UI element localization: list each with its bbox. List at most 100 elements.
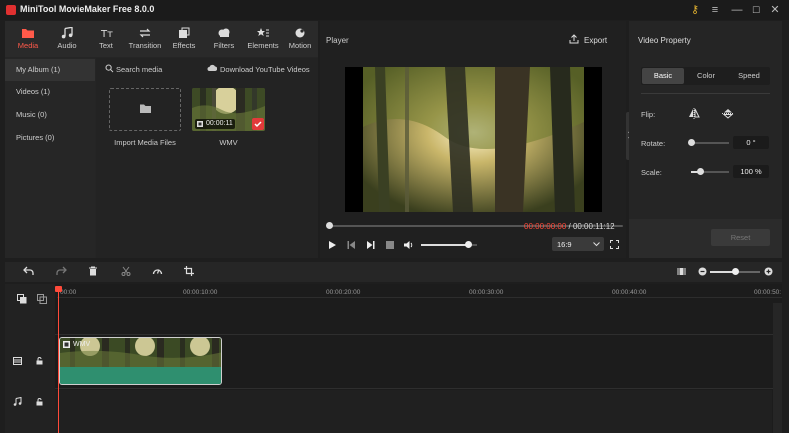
play-button[interactable] (328, 240, 337, 250)
fit-timeline-button[interactable] (677, 267, 686, 276)
audio-track-lock-button[interactable] (36, 398, 43, 406)
next-frame-button[interactable] (366, 240, 375, 250)
clip-audio-strip (60, 367, 221, 384)
previous-frame-button[interactable] (347, 240, 356, 250)
trash-icon (89, 266, 97, 276)
crop-icon (184, 266, 194, 276)
crop-button[interactable] (184, 266, 194, 276)
undo-button[interactable] (23, 266, 34, 276)
effects-icon (179, 27, 190, 38)
zoom-out-icon (698, 267, 707, 276)
fullscreen-button[interactable] (610, 240, 619, 249)
text-icon: Tт (100, 29, 113, 39)
album-item-videos[interactable]: Videos (1) (5, 81, 95, 103)
skip-back-icon (347, 241, 355, 249)
search-icon (105, 64, 115, 74)
undo-icon (23, 266, 34, 275)
speed-button[interactable] (152, 266, 163, 276)
filters-cloud-icon (218, 28, 230, 37)
tab-effects[interactable]: Effects (165, 21, 203, 57)
audio-track[interactable] (55, 390, 772, 433)
track-divider (55, 388, 782, 389)
timeline-video-clip[interactable]: WMV (59, 337, 222, 385)
tab-motion-label: Motion (288, 41, 312, 50)
search-media-button[interactable]: Search media (116, 65, 162, 74)
key-icon[interactable]: ⚷ (687, 2, 703, 18)
folder-icon (22, 29, 34, 38)
tab-audio[interactable]: Audio (48, 21, 86, 57)
scale-value-field[interactable]: 100 % (733, 165, 769, 178)
playhead-handle[interactable] (55, 286, 62, 292)
volume-button[interactable] (403, 240, 414, 250)
rotate-label: Rotate: (641, 139, 666, 148)
tab-transition[interactable]: Transition (126, 21, 164, 57)
tab-text-label: Text (99, 41, 113, 50)
unlock-icon (36, 357, 43, 365)
chevron-down-icon (593, 242, 600, 247)
album-item-music[interactable]: Music (0) (5, 104, 95, 126)
scissors-icon (121, 266, 131, 276)
tab-media[interactable]: Media (9, 21, 47, 57)
import-media-tile[interactable] (109, 88, 181, 131)
timeline-ruler[interactable]: 00:00 00:00:10:00 00:00:20:00 00:00:30:0… (57, 284, 782, 302)
clip-duration-badge: 00:00:11 (195, 119, 235, 129)
reset-button[interactable]: Reset (711, 229, 770, 246)
tab-speed[interactable]: Speed (728, 68, 770, 84)
flip-vertical-button[interactable] (722, 108, 734, 119)
album-item-pictures[interactable]: Pictures (0) (5, 127, 95, 149)
copy-track-button[interactable] (37, 294, 47, 304)
app-title: MiniTool MovieMaker Free 8.0.0 (20, 4, 155, 14)
tab-media-label: Media (17, 41, 39, 50)
film-icon (63, 341, 70, 348)
media-clip-thumbnail[interactable]: 00:00:11 (192, 88, 265, 131)
tab-filters-label: Filters (213, 41, 235, 50)
ruler-tick-label: 00:00:30:00 (469, 289, 504, 296)
tab-text[interactable]: Tт Text (87, 21, 125, 57)
close-button[interactable]: ✕ (767, 2, 783, 18)
tab-transition-label: Transition (128, 41, 162, 50)
aspect-ratio-select[interactable]: 16:9 (552, 237, 604, 251)
tab-audio-label: Audio (57, 41, 77, 50)
tab-basic[interactable]: Basic (642, 68, 684, 84)
ruler-tick-label: 00:00 (60, 289, 77, 296)
property-title: Video Property (638, 36, 691, 45)
copy-icon (37, 294, 47, 304)
zoom-in-button[interactable] (764, 267, 773, 276)
rotate-slider-handle[interactable] (688, 139, 695, 146)
stop-button[interactable] (386, 241, 394, 249)
playback-progress-handle[interactable] (325, 222, 333, 229)
scale-slider-handle[interactable] (697, 168, 704, 175)
add-track-button[interactable] (17, 294, 27, 304)
playhead[interactable] (58, 286, 59, 433)
aspect-ratio-value: 16:9 (557, 240, 572, 249)
tab-motion[interactable]: Motion (283, 21, 317, 57)
album-item-my-album[interactable]: My Album (1) (5, 59, 95, 81)
skip-forward-icon (367, 241, 375, 249)
video-track-lock-button[interactable] (36, 357, 43, 365)
tab-elements-label: Elements (247, 41, 279, 50)
delete-button[interactable] (88, 266, 98, 276)
minimize-button[interactable]: — (729, 2, 745, 18)
zoom-out-button[interactable] (698, 267, 707, 276)
download-youtube-button[interactable]: Download YouTube Videos (220, 65, 310, 74)
tab-elements[interactable]: Elements (244, 21, 282, 57)
property-divider (641, 93, 770, 94)
flip-horizontal-button[interactable] (688, 108, 700, 119)
scale-label: Scale: (641, 168, 662, 177)
tab-color[interactable]: Color (685, 68, 727, 84)
timeline-scrollbar[interactable] (773, 303, 782, 433)
redo-button[interactable] (56, 266, 67, 276)
split-button[interactable] (121, 266, 131, 276)
maximize-button[interactable]: ☐ (748, 2, 764, 18)
app-logo-icon (6, 5, 16, 15)
ruler-baseline (57, 297, 782, 298)
zoom-slider-handle[interactable] (731, 268, 739, 275)
tab-filters[interactable]: Filters (205, 21, 243, 57)
flip-horizontal-icon (689, 108, 700, 119)
export-button[interactable]: Export (584, 36, 607, 45)
elements-star-icon (257, 28, 269, 37)
rotate-slider-track[interactable] (691, 142, 729, 144)
speaker-icon (404, 241, 413, 249)
rotate-value-field[interactable]: 0 ° (733, 136, 769, 149)
menu-icon[interactable]: ≡ (707, 2, 723, 18)
